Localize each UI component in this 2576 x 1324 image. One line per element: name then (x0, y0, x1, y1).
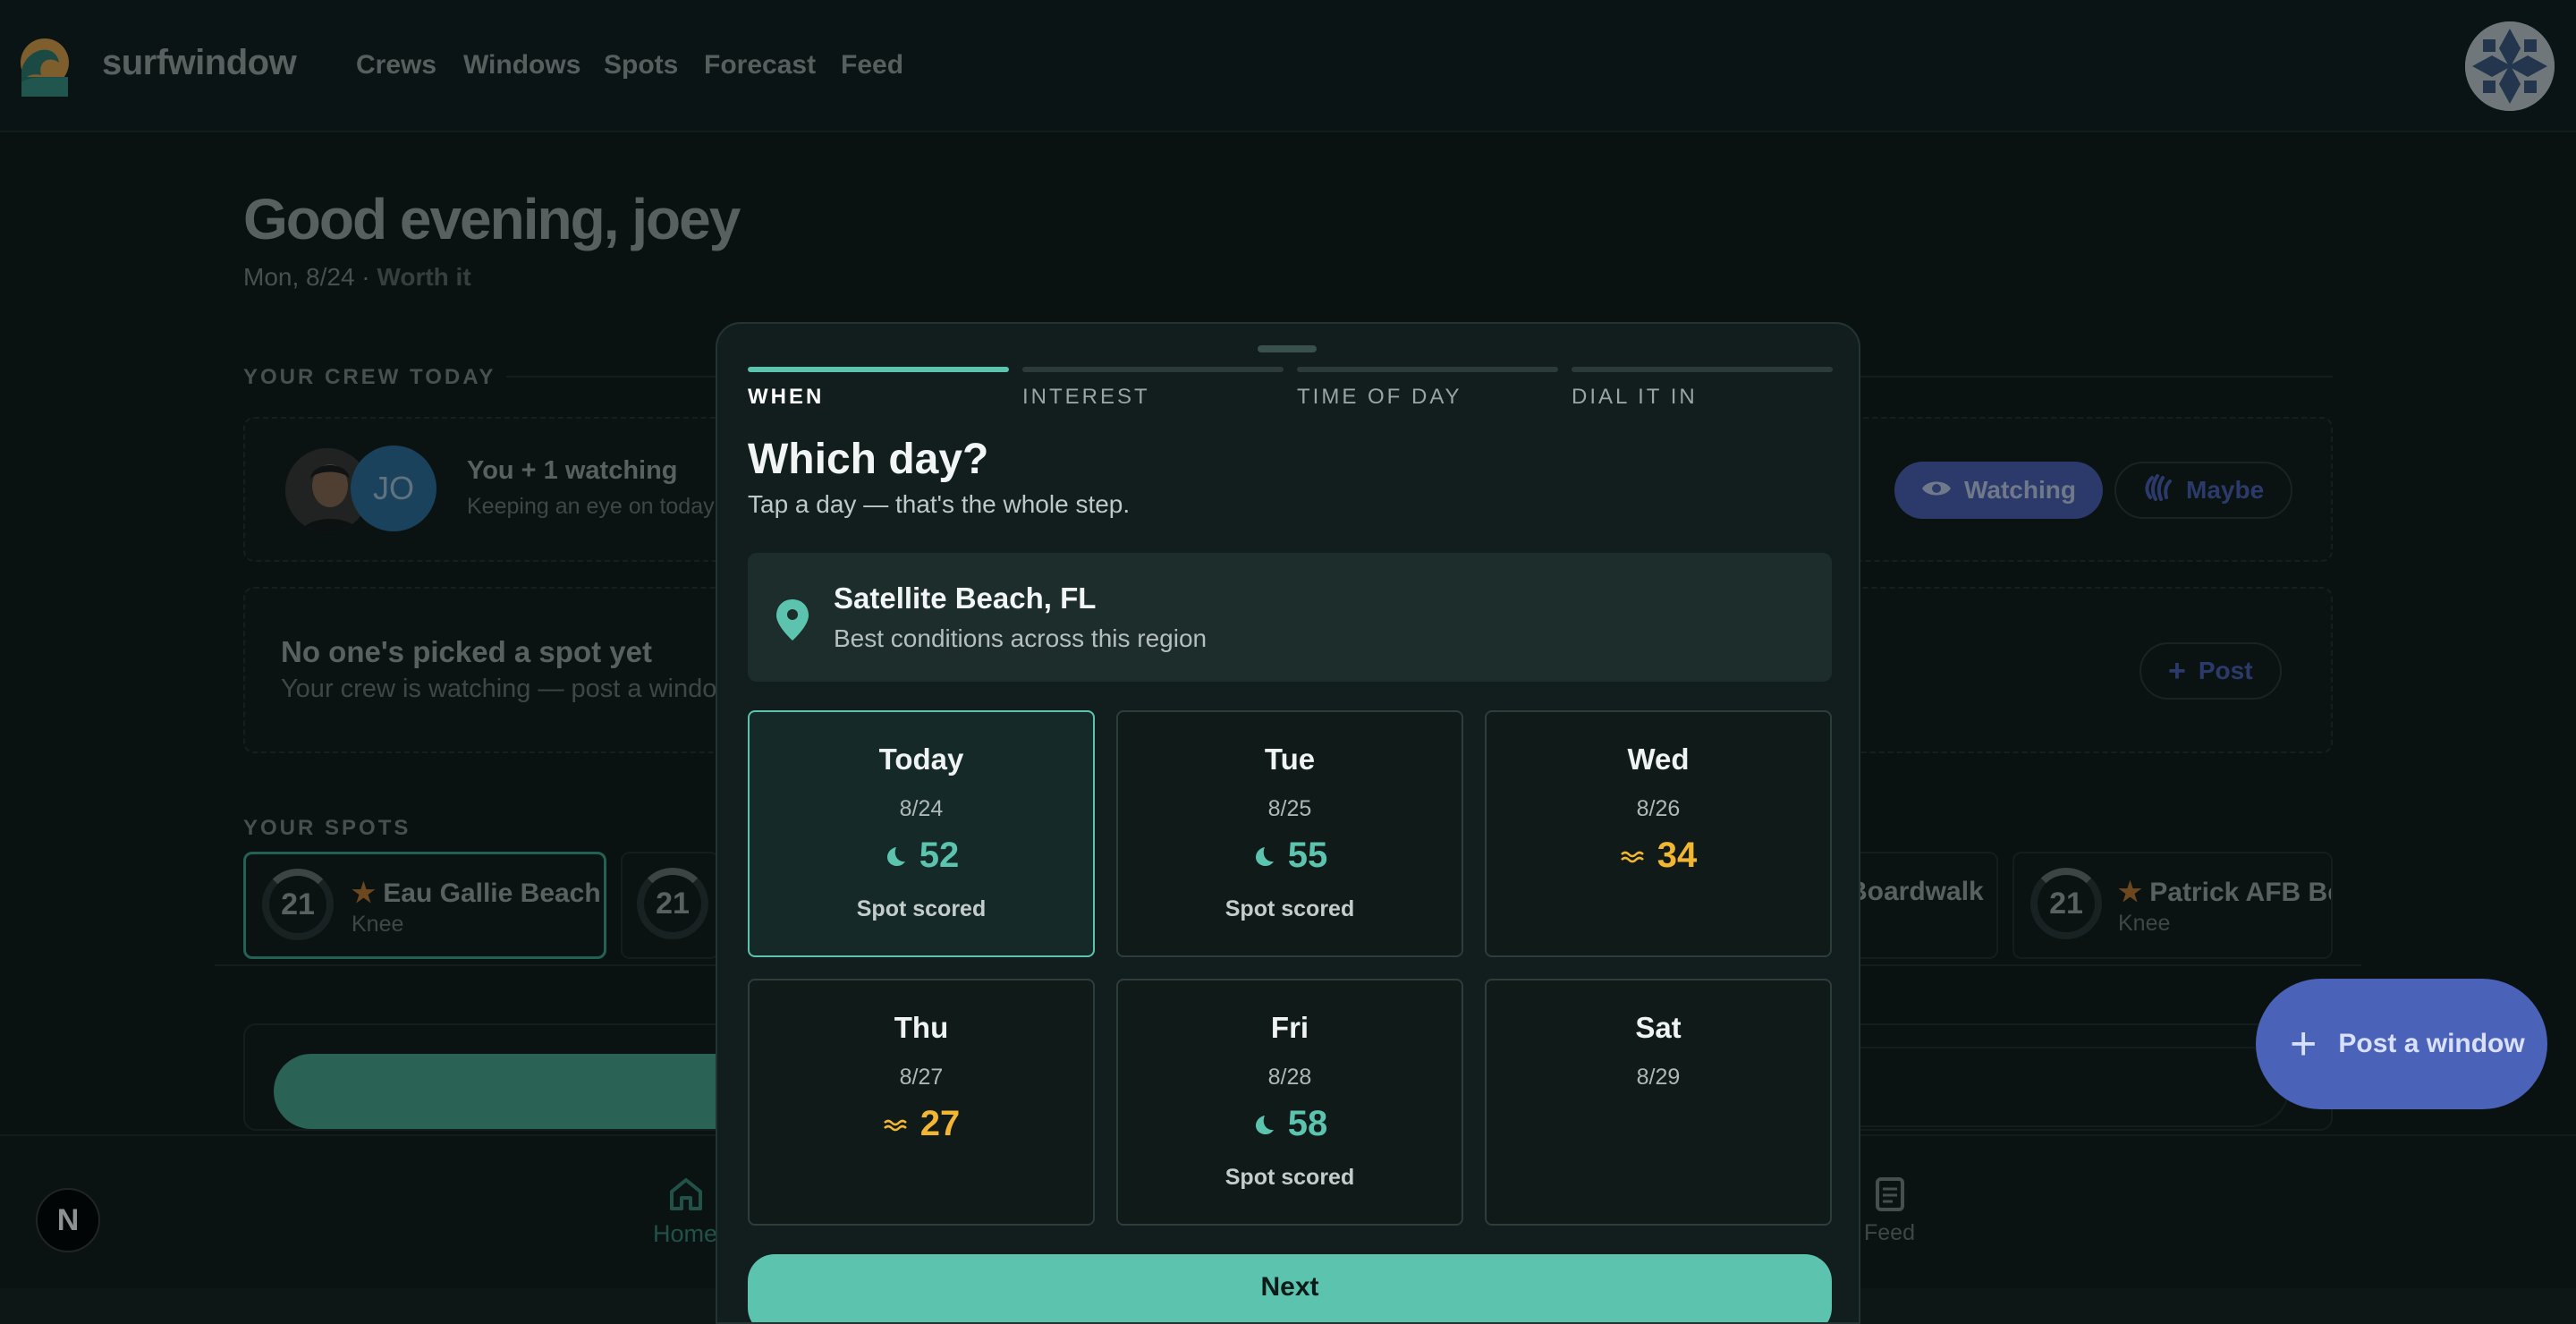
day-score: 34 (1487, 836, 1830, 876)
location-card: Satellite Beach, FL Best conditions acro… (748, 553, 1832, 682)
step-progress-when (748, 367, 1009, 372)
day-name: Wed (1627, 743, 1690, 776)
day-name: Tue (1264, 743, 1316, 776)
day-score: 27 (750, 1104, 1093, 1144)
step-time-of-day[interactable]: TIME OF DAY (1297, 385, 1462, 410)
day-date: 8/27 (899, 1065, 944, 1090)
step-interest[interactable]: INTEREST (1022, 385, 1150, 410)
day-name: Today (878, 743, 964, 776)
day-name: Sat (1635, 1011, 1682, 1044)
moon-icon (1255, 846, 1274, 866)
step-progress-dial-it-in (1572, 367, 1833, 372)
sheet-hint: Tap a day — that's the whole step. (748, 490, 1131, 518)
post-window-button[interactable]: + Post a window (2256, 979, 2547, 1109)
step-dial-it-in[interactable]: DIAL IT IN (1572, 385, 1698, 410)
day-date: 8/24 (899, 796, 944, 821)
drag-handle[interactable] (1258, 345, 1317, 352)
next-button[interactable]: Next (748, 1254, 1832, 1322)
location-subtitle: Best conditions across this region (834, 624, 1208, 652)
step-progress-time-of-day (1297, 367, 1558, 372)
step-when[interactable]: WHEN (748, 385, 824, 410)
day-date: 8/26 (1636, 796, 1681, 821)
day-option-tue[interactable]: Tue 8/25 55 Spot scored (1116, 710, 1463, 957)
day-option-wed[interactable]: Wed 8/26 34 (1485, 710, 1832, 957)
moon-icon (1255, 1115, 1274, 1134)
day-option-fri[interactable]: Fri 8/28 58 Spot scored (1116, 979, 1463, 1226)
day-tag: Spot scored (1224, 896, 1355, 921)
plan-window-sheet: WHEN INTEREST TIME OF DAY DIAL IT IN Whi… (716, 322, 1860, 1324)
day-tag: Spot scored (856, 896, 987, 921)
sheet-title: Which day? (748, 436, 989, 483)
moon-icon (886, 846, 905, 866)
day-option-sat[interactable]: Sat 8/29 (1485, 979, 1832, 1226)
day-option-thu[interactable]: Thu 8/27 27 (748, 979, 1095, 1226)
day-date: 8/29 (1636, 1065, 1681, 1090)
day-score: 55 (1118, 836, 1462, 876)
day-score: 58 (1118, 1104, 1462, 1144)
plus-icon: + (2290, 1018, 2318, 1070)
wave-icon (1620, 851, 1644, 862)
map-pin-icon (775, 598, 810, 642)
day-option-today[interactable]: Today 8/24 52 Spot scored (748, 710, 1095, 957)
wave-icon (883, 1119, 907, 1131)
day-tag: Spot scored (1224, 1165, 1355, 1190)
step-progress-interest (1022, 367, 1284, 372)
day-date: 8/28 (1267, 1065, 1312, 1090)
day-score: 52 (750, 836, 1093, 876)
day-name: Fri (1270, 1011, 1309, 1044)
day-date: 8/25 (1267, 796, 1312, 821)
location-name: Satellite Beach, FL (834, 581, 1097, 615)
post-window-label: Post a window (2338, 1029, 2525, 1058)
day-name: Thu (894, 1011, 949, 1044)
